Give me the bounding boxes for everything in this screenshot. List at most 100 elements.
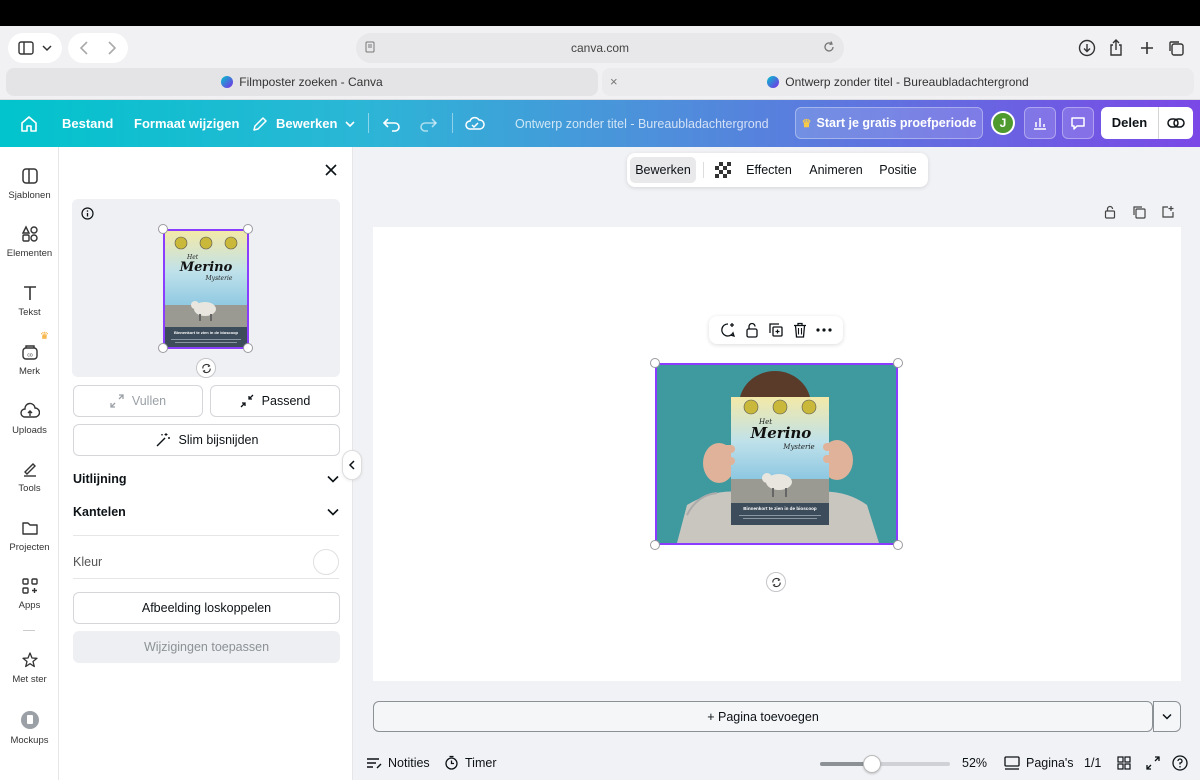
resize-handle[interactable] [893,358,903,368]
crop-handle[interactable] [158,224,168,234]
fit-button[interactable]: Passend [210,385,340,417]
timer-label: Timer [465,755,497,770]
zoom-slider[interactable] [820,755,950,773]
undo-button[interactable] [382,100,402,147]
rail-item-projects[interactable]: Projecten [0,509,59,565]
ctx-edit[interactable]: Bewerken [630,157,696,183]
rotate-handle[interactable] [196,358,216,378]
insights-button[interactable] [1024,107,1056,139]
share-button[interactable]: Delen [1101,107,1193,139]
add-page-options-button[interactable] [1153,701,1181,732]
share-sheet-icon[interactable] [1106,38,1126,58]
close-icon[interactable] [323,162,339,178]
pages-button[interactable]: Pagina's [1004,745,1074,780]
trash-icon[interactable] [793,322,807,338]
detach-image-button[interactable]: Afbeelding loskoppelen [73,592,340,624]
rail-item-starred[interactable]: Met ster [0,641,59,697]
undo-icon [382,117,400,132]
canva-favicon-icon [767,76,780,88]
redo-button[interactable] [418,100,438,147]
brand-icon: co [21,345,38,360]
sidebar-icon [18,41,34,55]
ctx-animate[interactable]: Animeren [805,157,867,183]
resize-handle[interactable] [893,540,903,550]
info-icon[interactable] [81,207,94,220]
timer-icon [445,755,458,770]
home-button[interactable] [20,100,38,147]
smart-crop-button[interactable]: Slim bijsnijden [73,424,340,456]
rail-item-elements[interactable]: Elementen [0,215,59,271]
rail-item-text[interactable]: Tekst [0,274,59,330]
menu-edit[interactable]: Bewerken [252,100,355,147]
notes-button[interactable]: Notities [366,745,430,780]
rail-item-apps[interactable]: Apps [0,567,59,623]
grid-view-icon[interactable] [1117,745,1131,780]
collapse-panel-button[interactable] [342,450,362,480]
tab-overview-icon[interactable] [1166,38,1186,58]
close-tab-icon[interactable]: × [610,74,618,89]
resize-handle[interactable] [650,540,660,550]
duplicate-page-icon[interactable] [1131,204,1147,220]
crop-handle[interactable] [243,343,253,353]
avatar[interactable]: J [991,111,1015,135]
poster-title-main: Merino [750,424,812,442]
ctx-position[interactable]: Positie [875,157,921,183]
rail-item-templates[interactable]: Sjablonen [0,157,59,213]
copy-link-icon[interactable] [1159,117,1193,129]
comments-button[interactable] [1062,107,1094,139]
document-title[interactable]: Ontwerp zonder titel - Bureaubladachterg… [515,100,769,147]
lock-page-icon[interactable] [1102,204,1118,220]
duplicate-icon[interactable] [768,322,784,338]
fill-label: Vullen [131,394,167,408]
crop-preview: Het Merino Mysterie Binnenkort te zien i… [72,199,340,378]
rotate-handle[interactable] [766,572,786,592]
system-status-bar [0,0,1200,26]
menu-resize[interactable]: Formaat wijzigen [134,100,239,147]
crop-handle[interactable] [158,343,168,353]
alignment-section[interactable]: Uitlijning [73,469,339,489]
chevron-down-icon [345,120,355,127]
forward-icon[interactable] [107,41,117,55]
comment-icon [1071,117,1085,130]
color-swatch[interactable] [313,549,339,575]
address-bar[interactable]: canva.com [356,33,844,63]
back-icon[interactable] [79,41,89,55]
poster-thumbnail[interactable]: Het Merino Mysterie Binnenkort te zien i… [163,229,249,349]
timer-button[interactable]: Timer [444,745,496,780]
comment-add-icon[interactable] [720,322,736,338]
lock-icon[interactable] [745,322,759,338]
apply-changes-button[interactable]: Wijzigingen toepassen [73,631,340,663]
crop-handle[interactable] [243,224,253,234]
bar-chart-icon [1034,118,1046,130]
rail-item-uploads[interactable]: Uploads [0,392,59,448]
add-page-icon[interactable] [1160,204,1176,220]
detach-label: Afbeelding loskoppelen [141,601,272,615]
tab-filmposter[interactable]: Filmposter zoeken - Canva [6,68,598,96]
more-icon[interactable] [816,328,832,332]
cloud-save-status[interactable] [465,100,485,147]
rail-label: Tekst [18,307,41,318]
tab-ontwerp[interactable]: × Ontwerp zonder titel - Bureaubladachte… [602,68,1194,96]
transparency-button[interactable] [711,157,735,183]
rail-item-tools[interactable]: Tools [0,450,59,506]
rail-item-brand[interactable]: ♛ co Merk [0,331,59,389]
rail-item-mockups[interactable]: Mockups [0,700,59,756]
alignment-label: Uitlijning [73,472,127,486]
reload-icon[interactable] [822,40,836,54]
resize-handle[interactable] [650,358,660,368]
zoom-value[interactable]: 52% [962,745,987,780]
help-icon[interactable] [1172,745,1188,780]
ctx-effects[interactable]: Effecten [742,157,796,183]
add-page-button[interactable]: + Pagina toevoegen [373,701,1153,732]
start-trial-button[interactable]: ♛ Start je gratis proefperiode [795,107,983,139]
tilt-section[interactable]: Kantelen [73,502,339,522]
menu-file[interactable]: Bestand [62,100,113,147]
zoom-slider-thumb[interactable] [863,755,881,773]
fullscreen-icon[interactable] [1146,745,1160,780]
sidebar-toggle-button[interactable] [8,33,62,63]
new-tab-icon[interactable] [1137,38,1157,58]
download-icon[interactable] [1077,38,1097,58]
poster-title-sub: Mysterie [205,275,233,282]
selected-image[interactable]: Het Merino Mysterie Binnenkort te zien i… [655,363,898,545]
fill-button[interactable]: Vullen [73,385,203,417]
